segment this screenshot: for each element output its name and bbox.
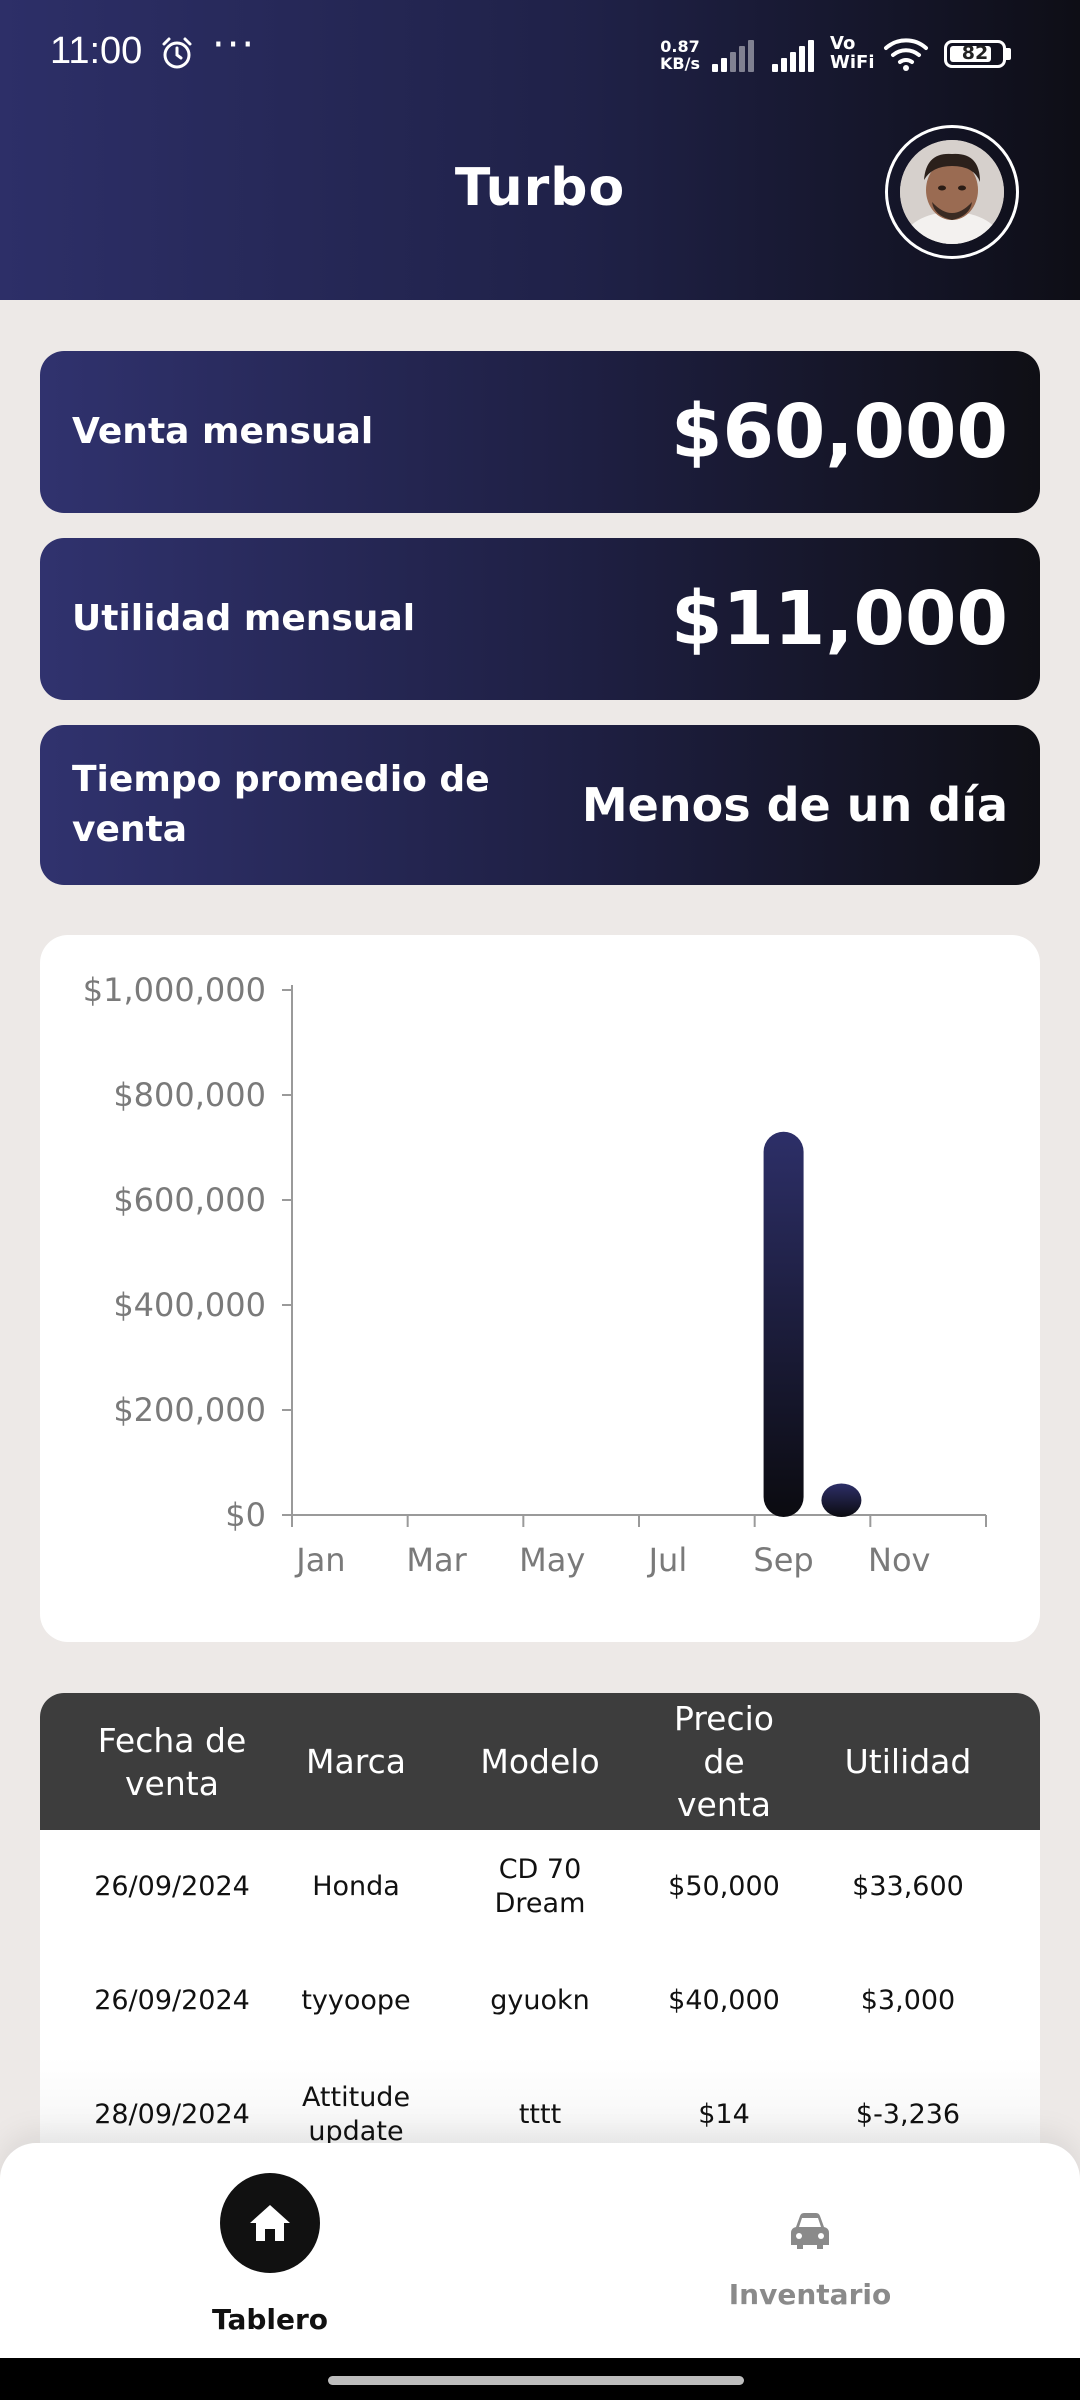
y-tick-label: $0 bbox=[225, 1496, 266, 1534]
nav-item-inventario[interactable]: Inventario bbox=[690, 2153, 930, 2343]
profile-avatar-button[interactable] bbox=[885, 125, 1019, 259]
cell-brand: tyyoope bbox=[301, 1985, 411, 2016]
x-tick-label: Mar bbox=[406, 1541, 467, 1579]
header-profit: Utilidad bbox=[844, 1742, 972, 1781]
avg-sale-time-label: Tiempo promedio de venta bbox=[72, 759, 490, 850]
monthly-sales-card: Venta mensual $60,000 bbox=[40, 351, 1040, 513]
y-tick-label: $1,000,000 bbox=[83, 971, 266, 1009]
monthly-sales-label: Venta mensual bbox=[72, 411, 374, 452]
monthly-profit-label: Utilidad mensual bbox=[72, 598, 416, 639]
cell-date: 26/09/2024 bbox=[94, 1871, 250, 1902]
avg-sale-time-value: Menos de un día bbox=[581, 778, 1008, 832]
network-speed-unit: KB/s bbox=[660, 54, 700, 73]
header-brand: Marca bbox=[306, 1742, 406, 1781]
x-tick-label: Sep bbox=[753, 1541, 813, 1579]
battery-icon: 82 bbox=[944, 40, 1006, 68]
network-speed-value: 0.87 bbox=[660, 37, 700, 56]
y-tick-label: $200,000 bbox=[113, 1391, 266, 1429]
bottom-navigation: Tablero Inventario bbox=[0, 2143, 1080, 2358]
signal-1-icon bbox=[712, 38, 762, 72]
nav-home-button[interactable] bbox=[220, 2173, 320, 2273]
vowifi-indicator: Vo WiFi bbox=[830, 34, 875, 72]
app-header: 11:00 ··· 0.87 KB/s Vo WiFi 82 Turbo bbox=[0, 0, 1080, 300]
avatar-photo bbox=[900, 140, 1004, 244]
avatar bbox=[900, 140, 1004, 244]
x-tick-label: Jan bbox=[294, 1541, 345, 1579]
avg-sale-time-card: Tiempo promedio de venta Menos de un día bbox=[40, 725, 1040, 885]
more-notifications-icon: ··· bbox=[212, 22, 257, 68]
sales-table: Fecha de venta Marca Modelo Precio de ve… bbox=[40, 1693, 1040, 2153]
cell-price: $40,000 bbox=[668, 1985, 780, 2016]
cell-profit: $33,600 bbox=[852, 1871, 964, 1902]
vowifi-top: Vo bbox=[830, 33, 856, 54]
battery-level: 82 bbox=[961, 42, 989, 64]
cell-profit: $3,000 bbox=[860, 1985, 956, 2016]
network-speed: 0.87 KB/s bbox=[660, 38, 700, 72]
sales-bar-chart: $0 $200,000 $400,000 $600,000 $800,000 $1,000… bbox=[83, 971, 987, 1579]
home-gesture-bar[interactable] bbox=[328, 2376, 744, 2385]
bar-sep bbox=[763, 1131, 804, 1517]
cell-profit: $-3,236 bbox=[855, 2099, 961, 2130]
table-row[interactable]: 28/09/2024 Attitude update tttt $14 $-3,… bbox=[40, 2058, 1040, 2153]
header-model: Modelo bbox=[480, 1742, 600, 1781]
monthly-profit-value: $11,000 bbox=[670, 576, 1008, 662]
cell-model: gyuokn bbox=[490, 1985, 590, 2016]
nav-label-tablero: Tablero bbox=[211, 2303, 329, 2336]
signal-2-icon bbox=[772, 38, 822, 72]
alarm-icon bbox=[162, 37, 192, 69]
y-tick-label: $600,000 bbox=[113, 1181, 266, 1219]
status-bar: 11:00 ··· 0.87 KB/s Vo WiFi 82 bbox=[0, 0, 1080, 110]
car-icon bbox=[791, 2213, 829, 2249]
header-sale-date: Fecha de venta bbox=[97, 1720, 247, 1803]
home-icon bbox=[250, 2205, 290, 2241]
y-tick-label: $400,000 bbox=[113, 1286, 266, 1324]
monthly-profit-card: Utilidad mensual $11,000 bbox=[40, 538, 1040, 700]
x-tick-label: May bbox=[519, 1541, 585, 1579]
cell-price: $50,000 bbox=[668, 1871, 780, 1902]
header-sale-price: Precio de venta bbox=[674, 1699, 774, 1824]
cell-brand: Attitude update bbox=[301, 2082, 411, 2147]
nav-item-tablero[interactable]: Tablero bbox=[150, 2153, 390, 2343]
cell-model: tttt bbox=[518, 2099, 562, 2130]
table-row[interactable]: 26/09/2024 Honda CD 70 Dream $50,000 $33… bbox=[40, 1830, 1040, 1945]
battery-tip bbox=[1006, 48, 1011, 60]
cell-brand: Honda bbox=[312, 1871, 400, 1902]
status-time: 11:00 bbox=[50, 30, 143, 72]
table-row[interactable]: 26/09/2024 tyyoope gyuokn $40,000 $3,000 bbox=[40, 1944, 1040, 2059]
sales-chart-card: $0 $200,000 $400,000 $600,000 $800,000 $1,000… bbox=[40, 935, 1040, 1642]
nav-label-inventario: Inventario bbox=[728, 2278, 892, 2311]
monthly-sales-value: $60,000 bbox=[670, 389, 1008, 475]
cell-price: $14 bbox=[698, 2099, 750, 2130]
wifi-icon bbox=[884, 38, 928, 71]
cell-date: 26/09/2024 bbox=[94, 1985, 250, 2016]
bar-oct bbox=[821, 1483, 862, 1517]
vowifi-bottom: WiFi bbox=[830, 52, 875, 73]
x-tick-label: Nov bbox=[868, 1541, 930, 1579]
x-tick-label: Jul bbox=[647, 1541, 688, 1579]
cell-model: CD 70 Dream bbox=[494, 1854, 586, 1919]
cell-date: 28/09/2024 bbox=[94, 2099, 250, 2130]
y-tick-label: $800,000 bbox=[113, 1076, 266, 1114]
table-header: Fecha de venta Marca Modelo Precio de ve… bbox=[40, 1693, 1040, 1830]
